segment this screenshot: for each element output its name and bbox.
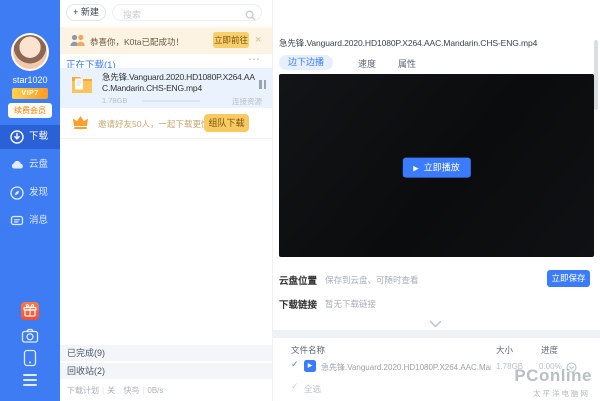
watermark-logo: PConline (514, 366, 592, 385)
sidebar-item-label: 发现 (29, 187, 49, 198)
app-window: star1020 VIP7 续费会员 下载 云盘 发现 消息 + 新建 搜索 恭… (0, 0, 600, 401)
match-avatars-icon (69, 33, 86, 48)
team-download-button[interactable]: 组队下载 (204, 114, 249, 132)
task-filename: 急先锋.Vanguard.2020.HD1080P.X264.AAC.Manda… (102, 72, 255, 93)
promo-text: 邀请好友50人，一起下载更快乐 (98, 119, 218, 129)
sidebar-item-label: 下载 (29, 131, 49, 142)
download-task-card[interactable]: 急先锋.Vanguard.2020.HD1080P.X264.AAC.Manda… (60, 68, 272, 108)
sidebar-item-messages[interactable]: 消息 (0, 209, 60, 233)
play-icon: ▶ (413, 165, 419, 173)
sidebar: star1020 VIP7 续费会员 下载 云盘 发现 消息 (0, 0, 60, 401)
download-list-panel: + 新建 恭喜你，K0ta已配成功！ 立即前往 × 正在下载(1) ⋯ 急先锋.… (60, 0, 324, 401)
close-icon[interactable]: × (255, 33, 261, 47)
file-play-icon[interactable]: ▶ (304, 360, 316, 372)
camera-icon[interactable] (21, 327, 39, 345)
checkbox-checked-icon[interactable]: ✓ (291, 359, 299, 370)
column-header-size: 大小 (496, 345, 514, 355)
compass-icon (10, 186, 24, 200)
sidebar-item-cloud[interactable]: 云盘 (0, 153, 60, 177)
sidebar-item-label: 云盘 (29, 159, 49, 170)
username: star1020 (12, 75, 48, 85)
detail-title: 急先锋.Vanguard.2020.HD1080P.X264.AAC.Manda… (279, 38, 538, 48)
select-all-checkbox[interactable]: ✓ (291, 381, 299, 392)
notification-banner: 恭喜你，K0ta已配成功！ 立即前往 × (60, 27, 272, 54)
search-icon[interactable] (245, 8, 256, 21)
play-now-button[interactable]: ▶ 立即播放 (402, 157, 471, 178)
plan-label[interactable]: 下载计划 (67, 386, 99, 395)
recycle-bin-section[interactable]: 回收站(2) (60, 363, 272, 379)
column-header-name: 文件名称 (291, 345, 326, 355)
scrollbar-thumb[interactable] (594, 40, 598, 110)
message-icon (10, 214, 24, 228)
download-link-desc: 暂无下载链接 (325, 299, 377, 309)
cloud-location-desc: 保存到云盘、可随时查看 (325, 275, 419, 285)
video-preview: ▶ 立即播放 (279, 74, 594, 257)
new-task-button[interactable]: + 新建 (66, 4, 106, 21)
pause-icon[interactable] (259, 76, 268, 94)
more-icon[interactable]: ⋯ (248, 52, 260, 66)
folder-icon (70, 73, 94, 95)
divider (60, 138, 272, 139)
speed-value: 0B/s (147, 386, 164, 395)
status-bar: 下载计划 | 关 快鸟 | 0B/s (67, 386, 164, 395)
crown-icon (72, 115, 89, 130)
gift-promo-icon[interactable] (21, 302, 39, 320)
tab-play-while-downloading[interactable]: 边下边播 (279, 55, 334, 70)
renew-membership-button[interactable]: 续费会员 (8, 103, 52, 118)
select-all-label: 全选 (304, 384, 322, 394)
completed-section[interactable]: 已完成(9) (60, 345, 272, 361)
section-divider (273, 330, 600, 338)
sidebar-item-download[interactable]: 下载 (0, 125, 60, 149)
vip-badge: VIP7 (12, 88, 48, 99)
task-size: 1.78GB (102, 96, 128, 105)
task-detail-panel: 急先锋.Vanguard.2020.HD1080P.X264.AAC.Manda… (272, 0, 600, 401)
task-status: 连接资源 (232, 97, 262, 106)
download-icon (10, 130, 24, 144)
column-header-progress: 进度 (541, 345, 559, 355)
tab-properties[interactable]: 属性 (398, 57, 416, 70)
speed-label[interactable]: 快鸟 (123, 386, 139, 395)
sidebar-item-discover[interactable]: 发现 (0, 181, 60, 205)
banner-action-button[interactable]: 立即前往 (213, 32, 249, 48)
download-link-label: 下载链接 (279, 300, 318, 311)
menu-icon[interactable] (21, 374, 39, 392)
tab-speed[interactable]: 速度 (358, 57, 376, 70)
search-input[interactable] (121, 7, 245, 23)
save-now-button[interactable]: 立即保存 (547, 270, 590, 287)
sidebar-item-label: 消息 (29, 215, 49, 226)
file-name: 急先锋.Vanguard.2020.HD1080P.X264.AAC.Manda… (321, 363, 491, 372)
chevron-down-icon[interactable] (429, 315, 442, 328)
cloud-icon (10, 158, 24, 172)
team-promo-row: 邀请好友50人，一起下载更快乐 组队下载 (60, 108, 272, 138)
plus-icon: + (73, 7, 79, 17)
cloud-location-label: 云盘位置 (279, 276, 318, 287)
plan-value: 关 (107, 386, 116, 395)
search-box (112, 4, 262, 23)
task-progress-bar (142, 100, 200, 102)
avatar[interactable] (11, 33, 49, 71)
banner-text: 恭喜你，K0ta已配成功！ (90, 37, 184, 47)
mobile-icon[interactable] (23, 349, 41, 367)
watermark-text: 太平洋电脑网 (533, 389, 590, 398)
